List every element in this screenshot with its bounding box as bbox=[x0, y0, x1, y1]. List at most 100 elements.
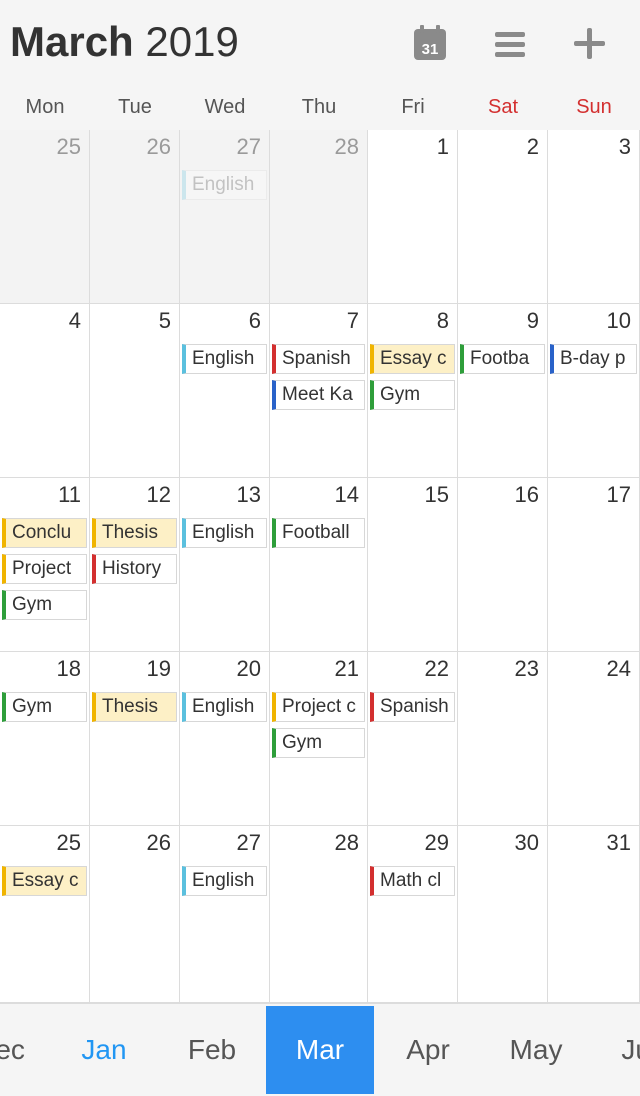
today-calendar-icon[interactable]: 31 bbox=[408, 22, 452, 66]
day-cell[interactable]: 1 bbox=[368, 130, 458, 304]
page-title: March 2019 bbox=[10, 18, 239, 66]
day-number: 14 bbox=[334, 482, 359, 507]
event-chip[interactable]: Project bbox=[2, 554, 87, 584]
month-tab-may[interactable]: May bbox=[482, 1006, 590, 1094]
day-cell[interactable]: 6 English bbox=[180, 304, 270, 478]
day-number: 4 bbox=[68, 308, 81, 333]
day-cell[interactable]: 4 bbox=[0, 304, 90, 478]
event-chip[interactable]: Thesis bbox=[92, 518, 177, 548]
event-chip[interactable]: Footba bbox=[460, 344, 545, 374]
day-cell[interactable]: 27 English bbox=[180, 826, 270, 1003]
day-cell[interactable]: 17 bbox=[548, 478, 640, 652]
day-cell[interactable]: 25 Essay c bbox=[0, 826, 90, 1003]
day-cell[interactable]: 3 bbox=[548, 130, 640, 304]
event-chip[interactable]: Football bbox=[272, 518, 365, 548]
day-cell[interactable]: 28 bbox=[270, 826, 368, 1003]
day-number: 1 bbox=[436, 134, 449, 159]
day-cell[interactable]: 31 bbox=[548, 826, 640, 1003]
day-cell[interactable]: 29 Math cl bbox=[368, 826, 458, 1003]
event-chip[interactable]: History bbox=[92, 554, 177, 584]
event-chip[interactable]: English bbox=[182, 170, 267, 200]
day-number: 15 bbox=[424, 482, 449, 507]
day-cell[interactable]: 8 Essay c Gym bbox=[368, 304, 458, 478]
day-cell[interactable]: 30 bbox=[458, 826, 548, 1003]
weekday-wed: Wed bbox=[204, 96, 246, 118]
event-chip[interactable]: Spanish bbox=[370, 692, 455, 722]
day-number: 18 bbox=[56, 656, 81, 681]
month-grid: 25 26 27 English 28 1 2 3 4 5 6 English 7 Spanish Meet… bbox=[0, 130, 640, 1003]
event-chip[interactable]: Essay c bbox=[2, 866, 87, 896]
event-chip[interactable]: Gym bbox=[2, 590, 87, 620]
day-cell[interactable]: 9 Footba bbox=[458, 304, 548, 478]
event-chip[interactable]: Gym bbox=[370, 380, 455, 410]
day-number: 30 bbox=[514, 830, 539, 855]
day-cell[interactable]: 28 bbox=[270, 130, 368, 304]
month-tab-apr[interactable]: Apr bbox=[374, 1006, 482, 1094]
day-number: 13 bbox=[236, 482, 261, 507]
day-cell[interactable]: 12 Thesis History bbox=[90, 478, 180, 652]
day-number: 29 bbox=[424, 830, 449, 855]
day-cell[interactable]: 18 Gym bbox=[0, 652, 90, 826]
event-chip[interactable]: Gym bbox=[272, 728, 365, 758]
title-year: 2019 bbox=[145, 18, 239, 65]
day-cell[interactable]: 16 bbox=[458, 478, 548, 652]
event-chip[interactable]: Meet Ka bbox=[272, 380, 365, 410]
weekday-mon: Mon bbox=[25, 96, 65, 118]
day-cell[interactable]: 19 Thesis bbox=[90, 652, 180, 826]
day-cell[interactable]: 25 bbox=[0, 130, 90, 304]
event-chip[interactable]: Essay c bbox=[370, 344, 455, 374]
day-number: 8 bbox=[436, 308, 449, 333]
day-number: 20 bbox=[236, 656, 261, 681]
event-chip[interactable]: English bbox=[182, 692, 267, 722]
event-chip[interactable]: Conclu bbox=[2, 518, 87, 548]
day-cell[interactable]: 11 Conclu Project Gym bbox=[0, 478, 90, 652]
day-cell[interactable]: 20 English bbox=[180, 652, 270, 826]
month-tab-feb[interactable]: Feb bbox=[158, 1006, 266, 1094]
month-tab-dec[interactable]: Dec bbox=[0, 1006, 54, 1094]
event-chip[interactable]: Spanish bbox=[272, 344, 365, 374]
day-number: 16 bbox=[514, 482, 539, 507]
event-chip[interactable]: English bbox=[182, 344, 267, 374]
day-number: 2 bbox=[526, 134, 539, 159]
day-number: 19 bbox=[146, 656, 171, 681]
event-chip[interactable]: Thesis bbox=[92, 692, 177, 722]
event-chip[interactable]: English bbox=[182, 518, 267, 548]
day-cell[interactable]: 26 bbox=[90, 130, 180, 304]
day-cell[interactable]: 23 bbox=[458, 652, 548, 826]
day-cell[interactable]: 10 B-day p bbox=[548, 304, 640, 478]
day-cell[interactable]: 2 bbox=[458, 130, 548, 304]
event-chip[interactable]: Gym bbox=[2, 692, 87, 722]
month-tab-jan[interactable]: Jan bbox=[50, 1006, 158, 1094]
day-number: 31 bbox=[606, 830, 631, 855]
day-number: 24 bbox=[606, 656, 631, 681]
app-header: March 2019 31 bbox=[0, 0, 640, 88]
month-tab-mar[interactable]: Mar bbox=[266, 1006, 374, 1094]
day-cell[interactable]: 24 bbox=[548, 652, 640, 826]
day-number: 22 bbox=[424, 656, 449, 681]
day-cell[interactable]: 21 Project c Gym bbox=[270, 652, 368, 826]
day-cell[interactable]: 5 bbox=[90, 304, 180, 478]
event-chip[interactable]: B-day p bbox=[550, 344, 637, 374]
day-cell[interactable]: 22 Spanish bbox=[368, 652, 458, 826]
day-number: 5 bbox=[158, 308, 171, 333]
day-number: 11 bbox=[58, 482, 81, 507]
day-number: 27 bbox=[236, 830, 261, 855]
add-icon[interactable] bbox=[568, 22, 612, 66]
day-cell[interactable]: 7 Spanish Meet Ka bbox=[270, 304, 368, 478]
event-chip[interactable]: Math cl bbox=[370, 866, 455, 896]
day-cell[interactable]: 26 bbox=[90, 826, 180, 1003]
day-number: 26 bbox=[146, 830, 171, 855]
event-chip[interactable]: English bbox=[182, 866, 267, 896]
calendar-icon-day: 31 bbox=[422, 41, 439, 58]
day-number: 9 bbox=[526, 308, 539, 333]
day-cell[interactable]: 27 English bbox=[180, 130, 270, 304]
month-tab-jun[interactable]: Jun bbox=[590, 1006, 640, 1094]
menu-icon[interactable] bbox=[488, 22, 532, 66]
day-cell[interactable]: 13 English bbox=[180, 478, 270, 652]
day-number: 12 bbox=[146, 482, 171, 507]
weekday-thu: Thu bbox=[301, 96, 337, 118]
day-cell[interactable]: 15 bbox=[368, 478, 458, 652]
event-chip[interactable]: Project c bbox=[272, 692, 365, 722]
day-number: 25 bbox=[56, 830, 81, 855]
day-cell[interactable]: 14 Football bbox=[270, 478, 368, 652]
